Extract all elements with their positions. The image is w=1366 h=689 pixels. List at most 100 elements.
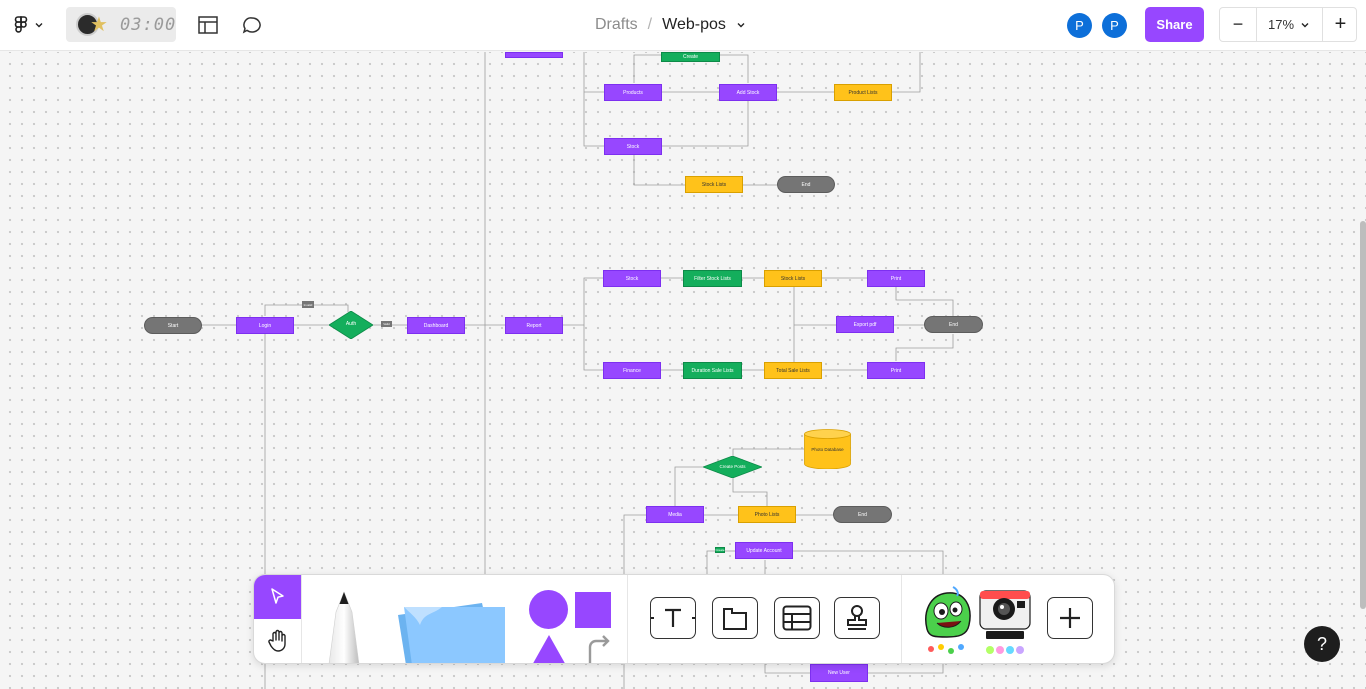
flow-node-auth[interactable]: Auth — [329, 311, 373, 339]
flow-node[interactable] — [505, 52, 563, 58]
help-button[interactable]: ? — [1304, 626, 1340, 662]
star-icon: ★ — [90, 14, 108, 36]
plus-icon — [1060, 608, 1080, 628]
node-label: Add Stock — [736, 89, 760, 96]
node-label: Print — [890, 275, 902, 282]
flow-node-report[interactable]: Report — [505, 317, 563, 334]
flow-node-create[interactable]: Create — [661, 52, 720, 62]
comment-button[interactable] — [239, 13, 265, 37]
zoom-level-select[interactable]: 17% — [1256, 8, 1322, 41]
flow-node-stock-lists[interactable]: Stock Lists — [685, 176, 743, 193]
flow-node-photo-lists[interactable]: Photo Lists — [738, 506, 796, 523]
connector-tag-valid[interactable]: Valid — [381, 321, 392, 327]
hand-icon — [267, 629, 286, 652]
chevron-down-icon[interactable] — [736, 20, 746, 30]
circle-shape-icon — [529, 590, 568, 629]
main-menu-button[interactable] — [10, 12, 48, 38]
flow-node-print[interactable]: Print — [867, 270, 925, 287]
node-label: Login — [258, 322, 272, 329]
flow-node-end[interactable]: End — [833, 506, 892, 523]
jambot-widget-button[interactable] — [974, 585, 1036, 661]
flow-node-stock-lists[interactable]: Stock Lists — [764, 270, 822, 287]
table-grid-icon — [782, 605, 812, 631]
flow-node-login[interactable]: Login — [236, 317, 294, 334]
zoom-value: 17% — [1267, 17, 1295, 32]
creation-toolbar — [253, 574, 1115, 664]
zoom-out-label: − — [1232, 14, 1244, 34]
avatar[interactable]: P — [1067, 13, 1092, 38]
node-label: New User — [828, 670, 850, 676]
connector-arrow-icon — [588, 635, 610, 663]
timer-widget[interactable]: ★ 03:00 — [66, 7, 176, 42]
connector-tag-invalid[interactable]: Invalid — [302, 301, 314, 308]
flow-node-add-stock[interactable]: Add Stock — [719, 84, 777, 101]
pen-tool-button[interactable] — [314, 589, 374, 663]
flow-node-stock[interactable]: Stock — [604, 138, 662, 155]
connector-tag-create[interactable]: Create — [715, 547, 725, 553]
node-label: Duration Sale Lists — [691, 367, 734, 374]
section-tool-button[interactable] — [712, 597, 758, 639]
timer-text: 03:00 — [120, 15, 177, 35]
flow-node-photo-database[interactable]: Photo Database — [804, 429, 851, 469]
flow-node-finance[interactable]: Finance — [603, 362, 661, 379]
node-label: Stock Lists — [780, 275, 806, 282]
toolbar-divider — [901, 575, 902, 663]
sticky-note-icon — [398, 603, 505, 663]
chevron-down-icon — [1301, 22, 1309, 27]
zoom-out-button[interactable]: − — [1220, 8, 1257, 41]
flow-node-dashboard[interactable]: Dashboard — [407, 317, 465, 334]
select-tool-button[interactable] — [254, 575, 301, 619]
breadcrumb-parent[interactable]: Drafts — [595, 16, 638, 34]
file-name[interactable]: Web-pos — [662, 16, 726, 34]
vertical-scrollbar[interactable] — [1360, 221, 1366, 609]
flow-node-total-sale-lists[interactable]: Total Sale Lists — [764, 362, 822, 379]
shapes-tool-button[interactable] — [524, 585, 624, 663]
flow-node-end[interactable]: End — [924, 316, 983, 333]
sticky-note-tool-button[interactable] — [392, 591, 510, 663]
toolbar-divider — [627, 575, 628, 663]
text-icon — [651, 608, 695, 627]
node-label: Create — [682, 54, 698, 60]
node-label: Media — [668, 511, 682, 518]
stamp-tool-button[interactable] — [834, 597, 880, 639]
tag-label: Invalid — [303, 302, 313, 307]
layout-panel-button[interactable] — [195, 13, 221, 37]
help-label: ? — [1316, 633, 1327, 654]
node-label: Export pdf — [853, 321, 877, 328]
share-button[interactable]: Share — [1145, 7, 1204, 42]
node-label: Product Lists — [848, 89, 878, 96]
zoom-in-button[interactable]: + — [1322, 8, 1358, 41]
triangle-shape-icon — [533, 635, 565, 663]
table-tool-button[interactable] — [774, 597, 820, 639]
flow-node-filter-stock-lists[interactable]: Filter Stock Lists — [683, 270, 742, 287]
avatar-initial: P — [1110, 18, 1119, 33]
share-label: Share — [1156, 17, 1193, 32]
node-label: Print — [890, 367, 902, 374]
text-tool-button[interactable] — [650, 597, 696, 639]
breadcrumb-separator: / — [647, 16, 653, 33]
flow-node-end[interactable]: End — [777, 176, 835, 193]
top-bar: ★ 03:00 Drafts / Web-pos P P Share − 17%… — [0, 0, 1366, 51]
flow-node-product-lists[interactable]: Product Lists — [834, 84, 892, 101]
flow-node-duration-sale-lists[interactable]: Duration Sale Lists — [683, 362, 742, 379]
section-frame-icon — [723, 608, 747, 630]
stickers-widget-button[interactable] — [919, 583, 977, 661]
avatar[interactable]: P — [1102, 13, 1127, 38]
cursor-arrow-icon — [270, 588, 284, 604]
flow-node-products[interactable]: Products — [604, 84, 662, 101]
comment-icon — [242, 17, 261, 34]
flow-node-stock[interactable]: Stock — [603, 270, 661, 287]
flow-node-start[interactable]: Start — [144, 317, 202, 334]
hand-tool-button[interactable] — [254, 619, 301, 663]
flow-node-new-user[interactable]: New User — [810, 664, 868, 682]
flow-node-media[interactable]: Media — [646, 506, 704, 523]
chevron-down-icon — [35, 23, 43, 28]
flow-node-print[interactable]: Print — [867, 362, 925, 379]
breadcrumb: Drafts / Web-pos — [595, 15, 746, 35]
flow-node-export-pdf[interactable]: Export pdf — [836, 316, 894, 333]
flow-node-create-posts[interactable]: Create Posts — [703, 456, 762, 478]
layout-icon — [198, 16, 218, 34]
node-label: Create Posts — [719, 464, 746, 469]
more-tools-button[interactable] — [1047, 597, 1093, 639]
flow-node-update-account[interactable]: Update Account — [735, 542, 793, 559]
